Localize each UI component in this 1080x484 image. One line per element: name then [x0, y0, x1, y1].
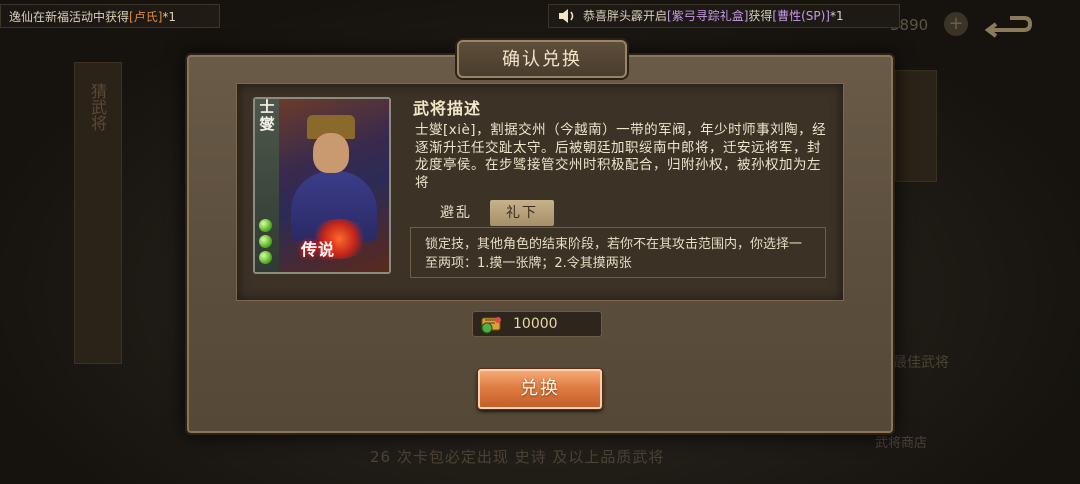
description-heading: 武将描述	[413, 99, 482, 118]
background-right-label: 最佳武将	[893, 355, 949, 371]
currency-icon	[481, 317, 501, 334]
dialog-title: 确认兑换	[502, 49, 582, 70]
health-orb-icon	[259, 219, 272, 232]
add-resource-icon: +	[944, 12, 968, 36]
general-description[interactable]: 士燮[xiè]，割据交州（今越南）一带的军阀，年少时师事刘陶，经逐渐升迁任交趾太…	[415, 122, 827, 192]
health-orbs	[259, 219, 272, 267]
back-arrow-icon	[984, 16, 1033, 38]
announcement-left: 逸仙在新福活动中获得[卢氏]*1	[0, 4, 220, 28]
card-side-strip: 士燮	[255, 99, 279, 272]
tab-skill-1[interactable]: 避乱	[424, 200, 488, 226]
announcement-right-text: 恭喜胖头霹开启	[583, 9, 668, 23]
background-right-label-2: 武将商店	[875, 436, 928, 451]
skill-description: 锁定技，其他角色的结束阶段，若你不在其攻击范围内，你选择一至两项：1.摸一张牌；…	[410, 227, 826, 278]
exchange-button[interactable]: 兑换	[478, 369, 602, 409]
announcement-right: 恭喜胖头霹开启[紫弓寻踪礼盒]获得[曹性(SP)]*1	[548, 4, 900, 28]
announcement-right-prize: [曹性(SP)]	[772, 9, 830, 23]
announcement-right-mid: 获得	[748, 9, 773, 23]
health-orb-icon	[259, 251, 272, 264]
announcement-left-count: *1	[162, 10, 177, 24]
announcement-right-count: *1	[830, 9, 844, 23]
background-left-tab: 猜武将	[74, 62, 122, 364]
background-left-tab-label: 猜武将	[88, 83, 107, 131]
announcement-left-text: 逸仙在新福活动中获得	[9, 10, 130, 24]
background-hint-text: 26 次卡包必定出现 史诗 及以上品质武将	[370, 448, 665, 466]
cost-display: 10000	[472, 311, 602, 337]
background-right-card	[895, 70, 937, 182]
speaker-icon	[559, 9, 574, 23]
tab-skill-2[interactable]: 礼下	[490, 200, 554, 226]
rarity-badge: 传说	[301, 240, 336, 259]
announcement-left-item: [卢氏]	[129, 10, 163, 24]
cost-value: 10000	[513, 316, 558, 332]
card-general-name: 士燮	[259, 98, 275, 133]
general-card[interactable]: 士燮 传说	[253, 97, 391, 274]
dialog-title-plate: 确认兑换	[457, 40, 627, 78]
health-orb-icon	[259, 235, 272, 248]
portrait-face	[313, 133, 349, 173]
announcement-right-item: [紫弓寻踪礼盒]	[667, 9, 749, 23]
